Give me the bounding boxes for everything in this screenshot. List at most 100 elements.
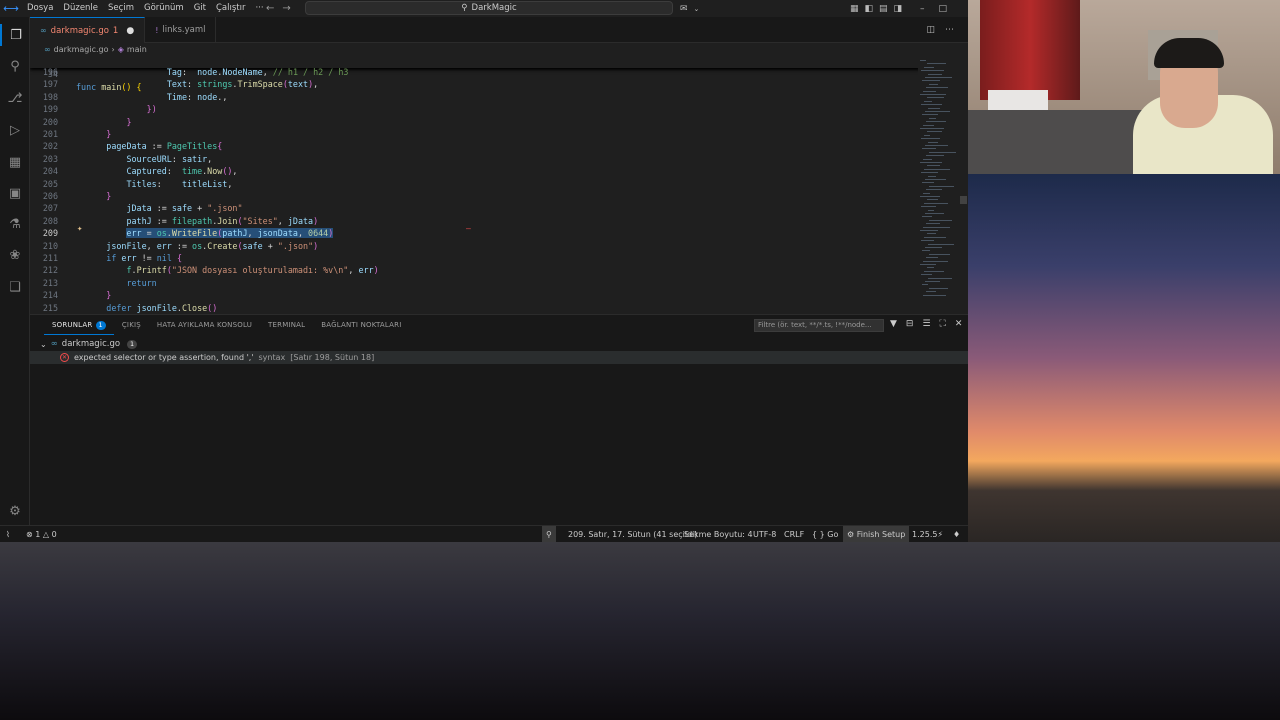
code-line[interactable]: 206 } <box>30 190 920 202</box>
minimap-line <box>924 134 930 136</box>
search-icon[interactable]: ⚲ <box>0 55 30 77</box>
maximize-panel-icon[interactable]: ⛶ <box>940 319 946 329</box>
code-line[interactable]: 203 SourceURL: satir, <box>30 153 920 165</box>
lightbulb-icon[interactable]: ✦ <box>77 224 82 234</box>
zoom-icon[interactable]: ⚲ <box>542 526 556 543</box>
code-editor[interactable]: 34 func main() { 196 Tag: node.NodeName,… <box>30 56 968 314</box>
breadcrumb: ∞ darkmagic.go › ◈ main <box>30 43 968 56</box>
problem-file-group[interactable]: ⌄ ∞ darkmagic.go 1 <box>30 337 968 351</box>
code-line[interactable]: 197 Text: strings.TrimSpace(text), <box>30 78 920 90</box>
extensions-icon[interactable]: ▦ <box>0 151 30 173</box>
code-line[interactable]: 204 Captured: time.Now(), <box>30 165 920 177</box>
remote-indicator-icon[interactable]: ⌇ <box>6 526 10 543</box>
code-line[interactable]: 198 Time: node., <box>30 91 920 103</box>
go-file-icon: ∞ <box>50 339 58 349</box>
line-number: 201 <box>42 129 58 139</box>
yaml-file-icon: ! <box>155 25 159 35</box>
minimap-line <box>923 192 930 194</box>
code-line[interactable]: 207 jData := safe + ".json" <box>30 202 920 214</box>
tab-terminal[interactable]: TERMINAL <box>260 315 313 335</box>
menu-view[interactable]: Görünüm <box>139 0 189 17</box>
code-line[interactable]: 215 defer jsonFile.Close() <box>30 302 920 314</box>
python-icon[interactable]: ❀ <box>0 244 30 266</box>
finish-setup-button[interactable]: ⚙ Finish Setup <box>843 526 910 543</box>
editor-tabs: ∞ darkmagic.go 1 ● ! links.yaml ◫ ⋯ <box>30 17 968 43</box>
collapse-all-icon[interactable]: ⊟ <box>906 319 914 329</box>
view-as-table-icon[interactable]: ☰ <box>922 319 930 329</box>
breadcrumb-symbol[interactable]: main <box>127 45 147 54</box>
menu-file[interactable]: Dosya <box>22 0 58 17</box>
source-control-icon[interactable]: ⎇ <box>0 87 30 109</box>
problems-status[interactable]: ⊗ 1 △ 0 <box>26 526 57 543</box>
toggle-panel-icon[interactable]: ▤ <box>879 4 888 14</box>
bell-icon[interactable]: ♦ <box>953 526 960 543</box>
menu-run[interactable]: Çalıştır <box>211 0 250 17</box>
customize-layout-icon[interactable]: ▦ <box>850 4 859 14</box>
run-debug-icon[interactable]: ▷ <box>0 119 30 141</box>
containers-icon[interactable]: ❑ <box>0 276 30 298</box>
more-actions-icon[interactable]: ⋯ <box>945 25 954 35</box>
minimize-icon[interactable]: – <box>920 4 925 14</box>
toggle-secondary-sidebar-icon[interactable]: ◨ <box>894 4 903 14</box>
end-of-line[interactable]: CRLF <box>784 526 804 543</box>
line-number: 208 <box>42 215 58 226</box>
line-number: 207 <box>42 203 58 214</box>
vertical-scrollbar[interactable] <box>959 56 968 314</box>
copilot-icon[interactable]: ✉ <box>680 4 688 14</box>
code-line[interactable]: 211 if err != nil { <box>30 252 920 264</box>
line-number: 205 <box>42 178 58 189</box>
wallpaper-sky <box>968 174 1280 542</box>
tab-ports[interactable]: BAĞLANTI NOKTALARI <box>313 315 409 335</box>
minimap-line <box>923 90 936 92</box>
code-line[interactable]: 208 pathJ := filepath.Join("Sites", jDat… <box>30 215 920 227</box>
problems-filter-input[interactable]: Filtre (ör. text, **/*.ts, !**/node... <box>754 319 884 332</box>
arrow-right-icon[interactable]: → <box>282 3 290 14</box>
cursor-position[interactable]: 209. Satır, 17. Sütun (41 seçildi) <box>568 526 698 543</box>
menu-selection[interactable]: Seçim <box>103 0 139 17</box>
arrow-left-icon[interactable]: ← <box>266 3 274 14</box>
problem-item[interactable]: ✕ expected selector or type assertion, f… <box>30 351 968 364</box>
minimap[interactable] <box>918 56 958 306</box>
code-line[interactable]: 214 } <box>30 289 920 301</box>
language-mode[interactable]: { } Go <box>812 526 838 543</box>
remote-explorer-icon[interactable]: ▣ <box>0 182 30 204</box>
tab-darkmagic-go[interactable]: ∞ darkmagic.go 1 ● <box>30 17 146 43</box>
encoding[interactable]: UTF-8 <box>753 526 776 543</box>
tab-links-yaml[interactable]: ! links.yaml <box>145 17 217 43</box>
explorer-icon[interactable]: ❐ <box>0 24 30 46</box>
code-line[interactable]: 200 } <box>30 116 920 128</box>
unsaved-dot-icon[interactable]: ● <box>126 26 134 36</box>
testing-icon[interactable]: ⚗ <box>0 213 30 235</box>
minimap-line <box>928 277 952 279</box>
menu-git[interactable]: Git <box>189 0 211 17</box>
code-line[interactable]: 213 return <box>30 277 920 289</box>
code-line[interactable]: 196 Tag: node.NodeName, // h1 / h2 / h3 <box>30 66 920 78</box>
maximize-icon[interactable]: □ <box>939 4 948 14</box>
code-line[interactable]: 199 }) <box>30 103 920 115</box>
code-line[interactable]: 201 } <box>30 128 920 140</box>
chevron-down-icon[interactable]: ⌄ <box>694 5 700 13</box>
gear-icon[interactable]: ⚙ <box>0 500 30 522</box>
tab-debug-console[interactable]: HATA AYIKLAMA KONSOLU <box>149 315 260 335</box>
go-version[interactable]: 1.25.5⚡ <box>912 526 943 543</box>
code-line[interactable]: 212 f.Printf("JSON dosyası oluşturulamad… <box>30 264 920 276</box>
tab-problems[interactable]: SORUNLAR 1 <box>44 315 114 335</box>
code-text: jsonFile, err := os.Create(safe + ".json… <box>106 240 319 251</box>
code-line[interactable]: 209 err = os.WriteFile(pathJ, jsonData, … <box>30 227 920 239</box>
code-line[interactable]: 210 jsonFile, err := os.Create(safe + ".… <box>30 240 920 252</box>
tab-output[interactable]: ÇIKIŞ <box>114 315 149 335</box>
close-icon[interactable]: ✕ <box>955 319 963 329</box>
toggle-sidebar-icon[interactable]: ◧ <box>865 4 874 14</box>
minimap-line <box>925 111 950 112</box>
code-text: }) <box>146 104 157 115</box>
breadcrumb-file[interactable]: darkmagic.go <box>54 45 109 54</box>
code-line[interactable]: 202 pageData := PageTitles{ <box>30 140 920 152</box>
filter-icon[interactable]: ▼ <box>890 319 897 329</box>
command-center-search[interactable]: ⚲ DarkMagic <box>305 1 673 15</box>
split-editor-icon[interactable]: ◫ <box>926 25 935 35</box>
minimap-line <box>923 226 950 228</box>
menu-edit[interactable]: Düzenle <box>58 0 103 17</box>
indentation[interactable]: Sekme Boyutu: 4 <box>684 526 753 543</box>
error-icon: ✕ <box>60 353 69 362</box>
code-line[interactable]: 205 Titles: titleList, <box>30 178 920 190</box>
